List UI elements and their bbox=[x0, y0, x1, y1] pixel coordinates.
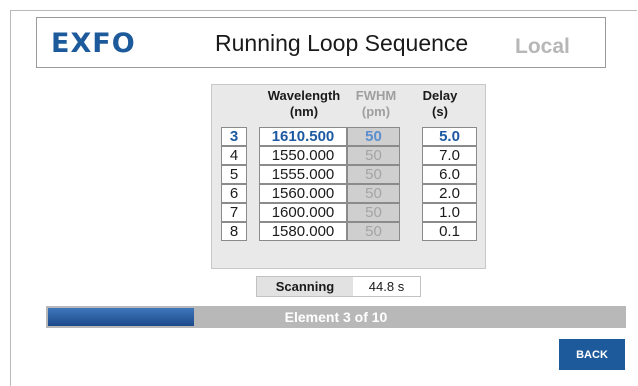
cell-wavelength: 1550.000 bbox=[259, 146, 347, 165]
cell-index: 8 bbox=[221, 222, 247, 241]
cell-index: 6 bbox=[221, 184, 247, 203]
header-wavelength: Wavelength (nm) bbox=[260, 88, 348, 120]
cell-index: 5 bbox=[221, 165, 247, 184]
header-fwhm: FWHM (pm) bbox=[349, 88, 403, 120]
scan-status-label: Scanning bbox=[257, 277, 353, 296]
header-delay: Delay (s) bbox=[407, 88, 473, 120]
header-fwhm-text: FWHM (pm) bbox=[355, 88, 397, 119]
progress-bar: Element 3 of 10 bbox=[46, 306, 626, 328]
cell-fwhm: 50 bbox=[347, 184, 400, 203]
progress-text: Element 3 of 10 bbox=[284, 309, 388, 325]
mode-indicator: Local bbox=[515, 35, 570, 58]
back-button[interactable]: BACK bbox=[559, 339, 625, 370]
exfo-logo: EXFO bbox=[51, 28, 136, 59]
cell-index: 7 bbox=[221, 203, 247, 222]
cell-fwhm: 50 bbox=[347, 127, 400, 146]
cell-delay: 6.0 bbox=[422, 165, 477, 184]
cell-delay: 0.1 bbox=[422, 222, 477, 241]
cell-delay: 2.0 bbox=[422, 184, 477, 203]
cell-fwhm: 50 bbox=[347, 203, 400, 222]
header-wavelength-text: Wavelength (nm) bbox=[267, 88, 341, 119]
cell-fwhm: 50 bbox=[347, 222, 400, 241]
cell-delay: 5.0 bbox=[422, 127, 477, 146]
cell-fwhm: 50 bbox=[347, 146, 400, 165]
header-delay-text: Delay (s) bbox=[422, 88, 458, 119]
cell-index: 3 bbox=[221, 127, 247, 146]
page-title: Running Loop Sequence bbox=[215, 30, 469, 56]
sequence-table: Wavelength (nm) FWHM (pm) Delay (s) 3 1610.5… bbox=[211, 84, 486, 269]
cell-fwhm: 50 bbox=[347, 165, 400, 184]
header-bar: EXFO Running Loop Sequence Local bbox=[36, 17, 606, 68]
cell-wavelength: 1580.000 bbox=[259, 222, 347, 241]
cell-wavelength: 1600.000 bbox=[259, 203, 347, 222]
cell-index: 4 bbox=[221, 146, 247, 165]
cell-delay: 1.0 bbox=[422, 203, 477, 222]
scan-status-value: 44.8 s bbox=[368, 279, 405, 294]
cell-wavelength: 1560.000 bbox=[259, 184, 347, 203]
cell-delay: 7.0 bbox=[422, 146, 477, 165]
cell-wavelength: 1610.500 bbox=[259, 127, 347, 146]
scan-status: Scanning 44.8 s bbox=[256, 276, 421, 297]
cell-wavelength: 1555.000 bbox=[259, 165, 347, 184]
